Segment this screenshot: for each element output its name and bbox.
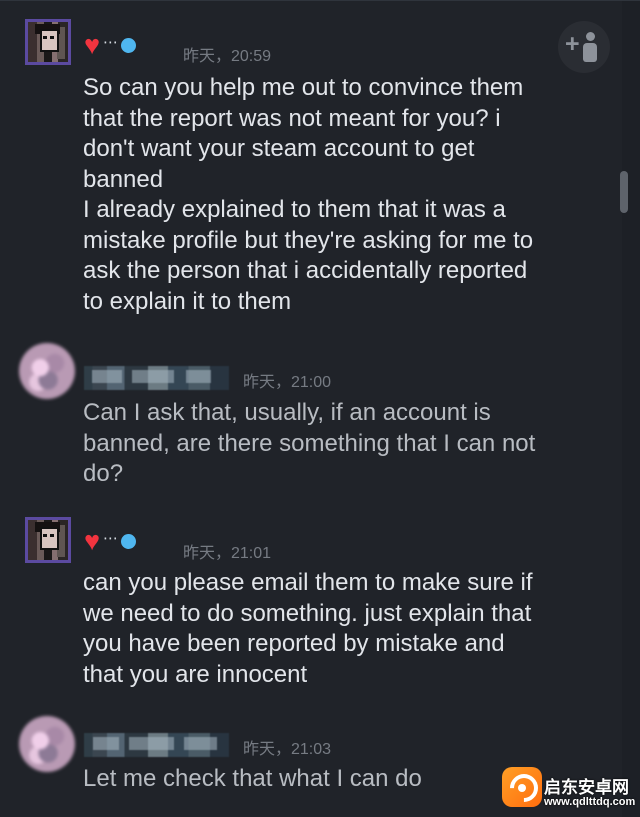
plus-icon: + <box>565 30 580 58</box>
watermark-url: www.qdlttdq.com <box>544 796 636 808</box>
sender-name[interactable]: ♥ ⋯ <box>84 525 137 556</box>
avatar-eye <box>43 36 47 39</box>
avatar-face <box>40 29 59 52</box>
message-line: So can you help me out to convince them <box>83 74 524 101</box>
person-body <box>583 43 597 62</box>
redacted-name-segment <box>129 737 174 750</box>
message-line: Can I ask that, usually, if an account i… <box>83 399 491 426</box>
dots-icon: ⋯ <box>103 33 118 51</box>
message-line: I already explained to them that it was … <box>83 196 506 223</box>
watermark-logo-icon <box>502 767 542 807</box>
message-line: mistake profile but they're asking for m… <box>83 226 534 254</box>
user-avatar[interactable] <box>25 19 71 65</box>
redacted-name-segment <box>92 370 122 383</box>
message-group-1: ♥ ⋯ 昨天，20:59 So can you help me out to c… <box>0 1 618 331</box>
redacted-avatar[interactable] <box>19 343 75 399</box>
blue-dot-icon <box>121 533 137 549</box>
watermark: 启东安卓网 www.qdlttdq.com <box>500 765 640 817</box>
chat-log[interactable]: ♥ ⋯ 昨天，20:59 So can you help me out to c… <box>0 1 618 817</box>
message-line: do? <box>83 460 124 487</box>
message-line: you have been reported by mistake and <box>83 630 505 657</box>
timestamp: 昨天，21:00 <box>243 374 332 391</box>
timestamp: 昨天，21:01 <box>183 545 272 562</box>
message-line: that you are innocent <box>83 660 308 688</box>
heart-icon: ♥ <box>84 525 101 556</box>
message-line: to explain it to them <box>83 287 292 315</box>
redacted-name-segment <box>186 370 211 383</box>
timestamp: 昨天，20:59 <box>183 48 272 65</box>
redacted-name-segment <box>93 737 119 750</box>
redacted-name[interactable] <box>84 366 229 390</box>
message-line: don't want your steam account to get <box>83 135 475 162</box>
redacted-name-segment <box>132 370 174 383</box>
message-text: can you please email them to make sure i… <box>83 568 583 690</box>
scrollbar[interactable] <box>622 1 640 817</box>
redacted-name[interactable] <box>84 733 229 757</box>
message-text: Can I ask that, usually, if an account i… <box>83 398 583 490</box>
message-line: can you please email them to make sure i… <box>83 569 533 596</box>
scrollbar-thumb[interactable] <box>620 171 628 213</box>
avatar-eye <box>50 36 54 39</box>
message-text: So can you help me out to convince them … <box>83 73 583 317</box>
message-line: ask the person that i accidentally repor… <box>83 257 528 284</box>
person-icon <box>583 32 597 62</box>
chat-window: ♥ ⋯ 昨天，20:59 So can you help me out to c… <box>0 0 640 817</box>
message-group-3: ♥ ⋯ 昨天，21:01 can you please email them t… <box>0 501 618 709</box>
redacted-name-segment <box>184 737 217 750</box>
redacted-avatar[interactable] <box>19 716 75 772</box>
timestamp: 昨天，21:03 <box>243 741 332 758</box>
message-group-2: 昨天，21:00 Can I ask that, usually, if an … <box>0 331 618 501</box>
message-line: banned, are there something that I can n… <box>83 429 536 457</box>
message-line: we need to do something. just explain th… <box>83 599 532 627</box>
add-friend-button[interactable]: + <box>558 21 610 73</box>
avatar-eye <box>50 534 54 537</box>
heart-icon: ♥ <box>84 29 101 60</box>
sender-name[interactable]: ♥ ⋯ <box>84 29 137 60</box>
avatar-face <box>40 527 59 550</box>
blue-dot-icon <box>121 37 137 53</box>
watermark-title: 启东安卓网 <box>544 778 629 797</box>
message-line: that the report was not meant for you? i <box>83 104 501 132</box>
person-head <box>586 32 595 41</box>
user-avatar[interactable] <box>25 517 71 563</box>
dots-icon: ⋯ <box>103 529 118 547</box>
message-line: banned <box>83 165 164 193</box>
avatar-eye <box>43 534 47 537</box>
